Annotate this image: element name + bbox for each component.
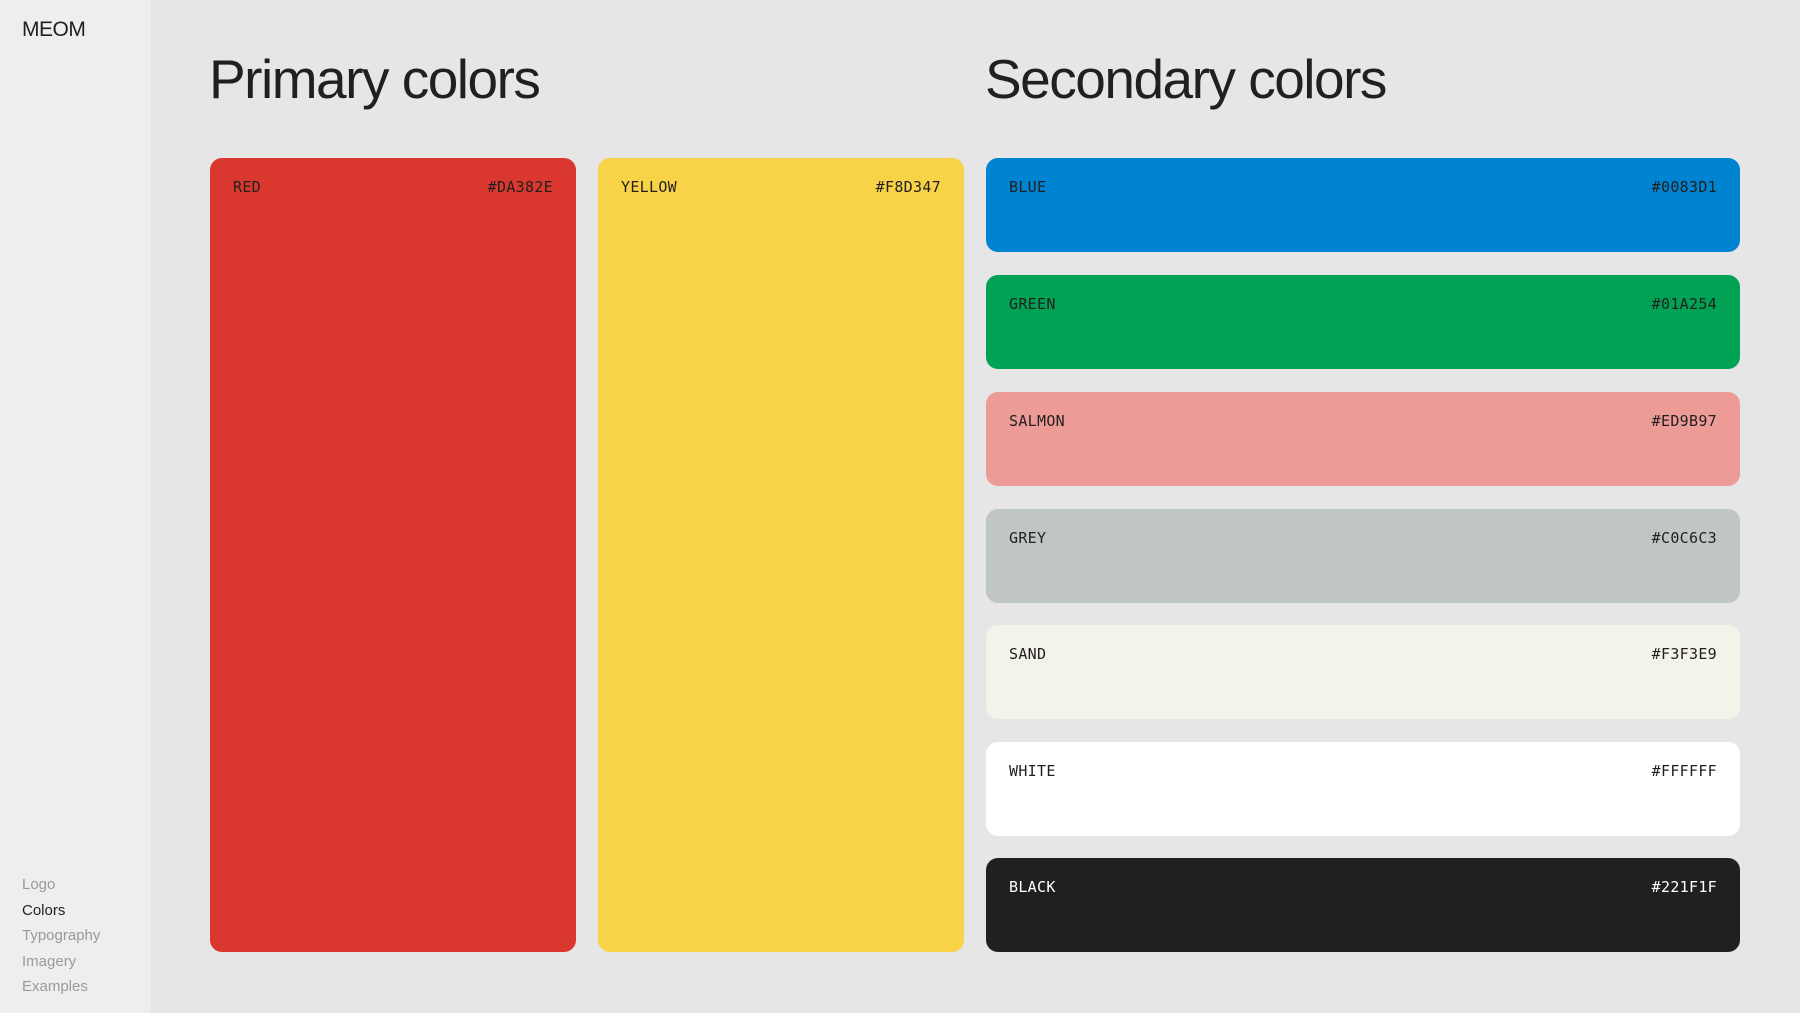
nav-item-imagery[interactable]: Imagery xyxy=(22,949,100,975)
swatch-hex: #0083D1 xyxy=(1651,178,1717,196)
sidebar-nav: Logo Colors Typography Imagery Examples xyxy=(22,872,100,1000)
swatch-hex: #ED9B97 xyxy=(1651,412,1717,430)
swatch-hex: #F3F3E9 xyxy=(1651,645,1717,663)
swatch-green[interactable]: GREEN #01A254 xyxy=(986,275,1740,369)
swatch-blue[interactable]: BLUE #0083D1 xyxy=(986,158,1740,252)
swatch-name: SAND xyxy=(1009,645,1047,663)
swatch-sand[interactable]: SAND #F3F3E9 xyxy=(986,625,1740,719)
sidebar: MEOM Logo Colors Typography Imagery Exam… xyxy=(0,0,151,1013)
swatch-yellow[interactable]: YELLOW #F8D347 xyxy=(598,158,964,952)
primary-colors-title: Primary colors xyxy=(209,48,541,110)
secondary-colors-title: Secondary colors xyxy=(985,48,1387,110)
nav-item-examples[interactable]: Examples xyxy=(22,974,100,1000)
swatch-hex: #C0C6C3 xyxy=(1651,529,1717,547)
swatch-name: RED xyxy=(233,178,261,196)
swatch-hex: #F8D347 xyxy=(875,178,941,196)
swatch-hex: #221F1F xyxy=(1651,878,1717,896)
swatch-name: SALMON xyxy=(1009,412,1065,430)
swatch-hex: #FFFFFF xyxy=(1651,762,1717,780)
swatch-black[interactable]: BLACK #221F1F xyxy=(986,858,1740,952)
swatch-grey[interactable]: GREY #C0C6C3 xyxy=(986,509,1740,603)
swatch-name: BLACK xyxy=(1009,878,1056,896)
nav-item-typography[interactable]: Typography xyxy=(22,923,100,949)
swatch-name: YELLOW xyxy=(621,178,677,196)
swatch-white[interactable]: WHITE #FFFFFF xyxy=(986,742,1740,836)
swatch-red[interactable]: RED #DA382E xyxy=(210,158,576,952)
swatch-name: GREEN xyxy=(1009,295,1056,313)
meom-logo[interactable]: MEOM xyxy=(22,18,86,42)
nav-item-colors[interactable]: Colors xyxy=(22,898,100,924)
swatch-hex: #01A254 xyxy=(1651,295,1717,313)
swatch-salmon[interactable]: SALMON #ED9B97 xyxy=(986,392,1740,486)
swatch-name: BLUE xyxy=(1009,178,1047,196)
nav-item-logo[interactable]: Logo xyxy=(22,872,100,898)
swatch-name: GREY xyxy=(1009,529,1047,547)
swatch-name: WHITE xyxy=(1009,762,1056,780)
swatch-hex: #DA382E xyxy=(487,178,553,196)
